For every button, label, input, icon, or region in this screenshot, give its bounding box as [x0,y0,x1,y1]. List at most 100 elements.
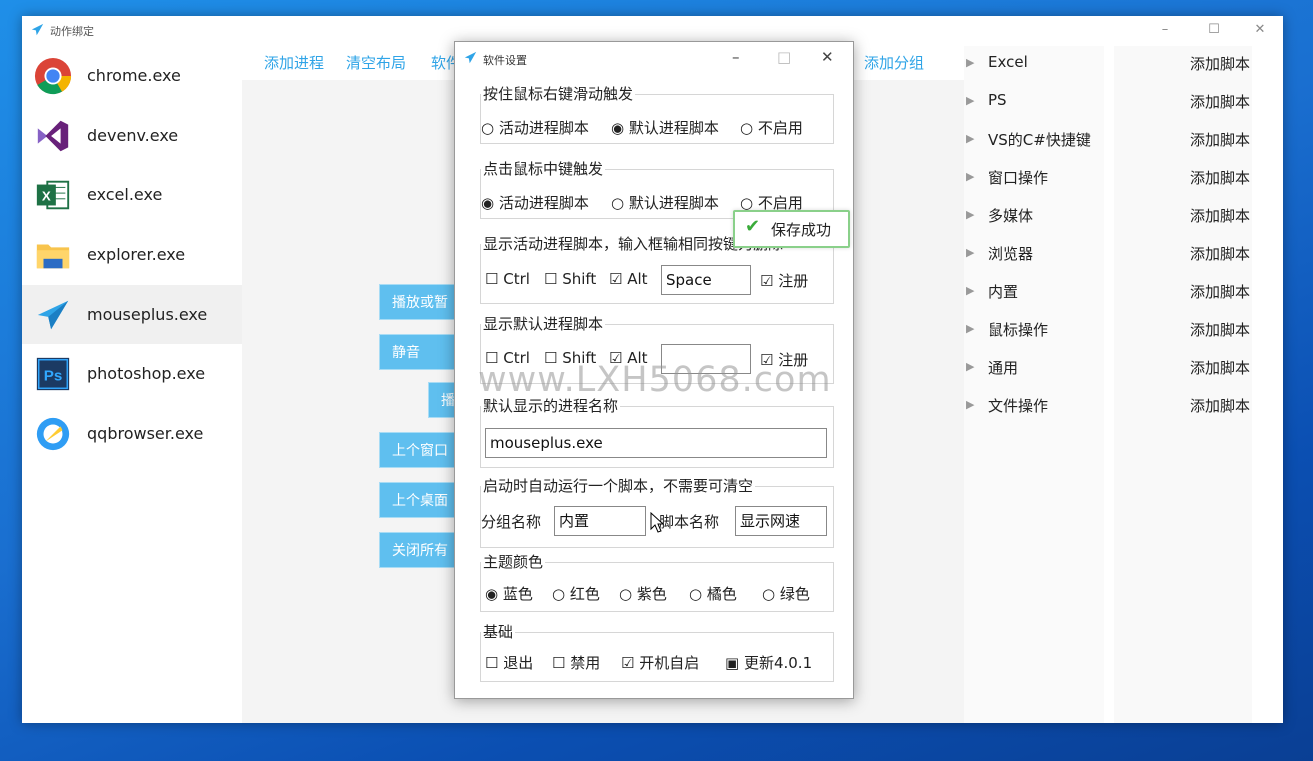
show-active-hotkey-group: 显示活动进程脚本，输入框输相同按键为删除 ☐ Ctrl ☐ Shift ☑ Al… [480,233,834,304]
disable-checkbox[interactable]: ☐ 禁用 [552,652,600,673]
process-item-qqbrowser[interactable]: qqbrowser.exe [22,404,244,464]
paper-plane-icon [37,300,69,329]
group-name-input[interactable]: 内置 [554,506,646,536]
canvas-action-button[interactable]: 静音 [379,334,459,370]
canvas-action-button[interactable]: 播放或暂 [379,284,459,320]
default-process-name-input[interactable]: mouseplus.exe [485,428,827,458]
dialog-minimize-button[interactable]: – [732,48,740,66]
add-script-button[interactable]: 添加脚本 [1190,167,1250,188]
expand-arrow-icon: ▶ [966,208,975,221]
chrome-icon [34,57,72,95]
process-item-mouseplus[interactable]: mouseplus.exe [22,284,244,345]
shift-checkbox[interactable]: ☐ Shift [544,270,596,288]
group-item[interactable]: ▶ 多媒体 [964,203,1104,233]
group-label: Excel [988,53,1028,71]
group-label: 通用 [988,359,1019,377]
radio-theme-blue[interactable]: ◉ 蓝色 [485,583,533,604]
dialog-title: 软件设置 [483,54,527,67]
radio-theme-purple[interactable]: ○ 紫色 [619,583,667,604]
radio-theme-green[interactable]: ○ 绿色 [762,583,810,604]
process-label: excel.exe [87,185,163,205]
add-script-button[interactable]: 添加脚本 [1190,319,1250,340]
autostart-checkbox[interactable]: ☑ 开机自启 [621,652,699,673]
process-item-excel[interactable]: X excel.exe [22,165,244,225]
register-checkbox[interactable]: ☑ 注册 [760,270,808,291]
dialog-maximize-button[interactable]: □ [777,48,791,66]
group-item[interactable]: ▶ 内置 [964,279,1104,309]
add-script-button[interactable]: 添加脚本 [1190,281,1250,302]
group-label: 多媒体 [988,207,1034,225]
process-label: photoshop.exe [87,364,206,384]
group-item[interactable]: ▶ 鼠标操作 [964,317,1104,347]
window-title: 动作绑定 [50,25,94,38]
group-item[interactable]: ▶ 窗口操作 [964,165,1104,195]
photoshop-icon: Ps [36,358,70,391]
save-success-toast: ✔ 保存成功 [733,210,850,248]
basic-group: 基础 ☐ 退出 ☐ 禁用 ☑ 开机自启 ▣ 更新4.0.1 [480,621,834,682]
expand-arrow-icon: ▶ [966,398,975,411]
folder-icon [36,244,70,269]
toast-message: 保存成功 [771,221,832,239]
radio-default-process[interactable]: ○ 默认进程脚本 [611,192,719,213]
add-script-button[interactable]: 添加脚本 [1190,243,1250,264]
add-script-button[interactable]: 添加脚本 [1190,395,1250,416]
expand-arrow-icon: ▶ [966,360,975,373]
expand-arrow-icon: ▶ [966,170,975,183]
minimize-button[interactable]: – [1155,20,1175,40]
process-list: chrome.exe devenv.exe X excel.exe explor… [22,46,244,464]
add-script-button[interactable]: 添加脚本 [1190,205,1250,226]
expand-arrow-icon: ▶ [966,94,975,107]
exit-checkbox[interactable]: ☐ 退出 [485,652,533,673]
radio-active-process[interactable]: ○ 活动进程脚本 [481,117,589,138]
group-item[interactable]: ▶ 文件操作 [964,393,1104,423]
group-item[interactable]: ▶ Excel [964,51,1104,81]
canvas-action-button[interactable]: 上个窗口 [379,432,459,468]
script-name-label: 脚本名称 [659,513,720,531]
add-script-button[interactable]: 添加脚本 [1190,91,1250,112]
watermark: www.LXH5068.com [478,360,832,400]
process-item-explorer[interactable]: explorer.exe [22,225,244,285]
maximize-button[interactable]: ☐ [1204,20,1224,40]
process-label: explorer.exe [87,245,186,265]
group-name-label: 分组名称 [481,513,542,531]
update-checkbox[interactable]: ▣ 更新4.0.1 [725,652,812,673]
main-titlebar[interactable]: 动作绑定 – ☐ ✕ [22,16,1283,44]
radio-active-process[interactable]: ◉ 活动进程脚本 [481,192,589,213]
process-item-chrome[interactable]: chrome.exe [22,46,244,106]
dialog-close-button[interactable]: ✕ [821,48,834,66]
add-script-button[interactable]: 添加脚本 [1190,357,1250,378]
group-item[interactable]: ▶ PS [964,89,1104,119]
group-item[interactable]: ▶ VS的C#快捷键 [964,127,1104,157]
add-script-button[interactable]: 添加脚本 [1190,53,1250,74]
add-process-link[interactable]: 添加进程 [264,52,324,73]
ctrl-checkbox[interactable]: ☐ Ctrl [485,270,530,288]
group-label: 鼠标操作 [988,321,1049,339]
radio-disabled[interactable]: ○ 不启用 [740,117,803,138]
process-label: mouseplus.exe [87,304,208,324]
group-item[interactable]: ▶ 浏览器 [964,241,1104,271]
radio-default-process[interactable]: ◉ 默认进程脚本 [611,117,719,138]
expand-arrow-icon: ▶ [966,284,975,297]
svg-text:Ps: Ps [44,368,63,385]
group-item[interactable]: ▶ 通用 [964,355,1104,385]
alt-checkbox[interactable]: ☑ Alt [609,270,648,288]
paper-plane-icon [31,23,44,36]
canvas-action-button[interactable]: 关闭所有 [379,532,459,568]
add-script-button[interactable]: 添加脚本 [1190,129,1250,150]
process-item-devenv[interactable]: devenv.exe [22,106,244,166]
canvas-action-button[interactable]: 上个桌面 [379,482,459,518]
add-group-link[interactable]: 添加分组 [864,52,924,73]
theme-color-group: 主题颜色 ◉ 蓝色 ○ 红色 ○ 紫色 ○ 橘色 ○ 绿色 [480,551,834,612]
script-name-input[interactable]: 显示网速 [735,506,827,536]
process-item-photoshop[interactable]: Ps photoshop.exe [22,344,244,404]
radio-theme-orange[interactable]: ○ 橘色 [689,583,737,604]
paper-plane-icon [464,51,477,64]
expand-arrow-icon: ▶ [966,322,975,335]
default-process-name-group: 默认显示的进程名称 mouseplus.exe [480,395,834,468]
close-button[interactable]: ✕ [1250,20,1270,40]
radio-theme-red[interactable]: ○ 红色 [552,583,600,604]
hotkey-input[interactable]: Space [661,265,751,295]
expand-arrow-icon: ▶ [966,246,975,259]
clear-layout-link[interactable]: 清空布局 [346,52,406,73]
group-legend: 主题颜色 [481,551,546,572]
